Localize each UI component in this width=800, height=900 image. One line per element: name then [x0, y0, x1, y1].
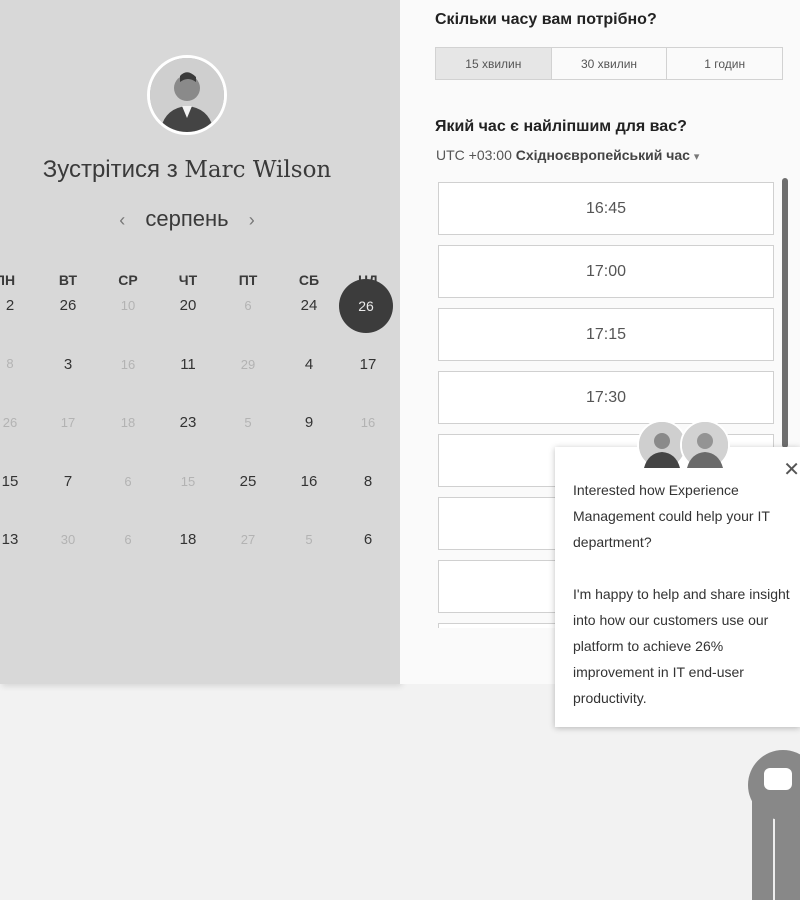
calendar-day[interactable]: 17	[343, 356, 393, 373]
calendar-day[interactable]: 2	[0, 297, 35, 314]
day-header-sat: СБ	[298, 272, 320, 288]
slot-scrollbar[interactable]	[782, 178, 788, 448]
calendar-day-disabled: 10	[120, 298, 136, 313]
day-header-fri: ПТ	[238, 272, 258, 288]
calendar-day-disabled: 6	[244, 298, 252, 313]
host-name: Marc Wilson	[184, 157, 332, 183]
chat-bubble-icon	[764, 768, 792, 790]
person-avatar-icon	[682, 422, 728, 468]
title-prefix: Зустрітися з	[42, 156, 178, 183]
day-header-wed: СР	[118, 272, 138, 288]
calendar-day-disabled: 16	[360, 415, 376, 430]
duration-60-button[interactable]: 1 годин	[667, 48, 782, 79]
calendar-day[interactable]: 25	[223, 473, 273, 490]
prev-month-icon[interactable]: ‹	[119, 210, 125, 231]
chat-popup: ✕ Interested how Experience Management c…	[555, 447, 800, 727]
calendar-day[interactable]: 15	[0, 473, 35, 490]
calendar-day[interactable]: 3	[43, 356, 93, 373]
chevron-down-icon: ▾	[693, 151, 700, 163]
calendar-day-disabled: 6	[124, 532, 132, 547]
time-heading: Який час є найліпшим для вас?	[435, 118, 687, 135]
person-avatar-icon	[639, 422, 685, 468]
calendar-day[interactable]: 20	[163, 297, 213, 314]
time-slot-button[interactable]: 17:30	[438, 371, 774, 424]
calendar-day-disabled: 6	[124, 474, 132, 489]
calendar-day[interactable]: 24	[284, 297, 334, 314]
calendar-day[interactable]: 4	[284, 356, 334, 373]
calendar-day[interactable]: 13	[0, 531, 35, 548]
month-navigation: ‹ серпень ›	[0, 206, 374, 232]
calendar-day[interactable]: 7	[43, 473, 93, 490]
agent-avatar	[680, 420, 730, 470]
calendar-day-disabled: 8	[6, 356, 14, 371]
calendar-day-selected[interactable]: 26	[339, 279, 393, 333]
time-slot-button[interactable]: 16:45	[438, 182, 774, 235]
calendar-day[interactable]: 11	[163, 356, 213, 373]
calendar-day[interactable]: 18	[163, 531, 213, 548]
next-month-icon[interactable]: ›	[249, 210, 255, 231]
popup-message-body: I'm happy to help and share insight into…	[573, 586, 790, 706]
timezone-offset: UTC +03:00	[436, 147, 512, 163]
calendar-day[interactable]: 8	[343, 473, 393, 490]
calendar-day-disabled: 15	[180, 474, 196, 489]
calendar-day-disabled: 27	[240, 532, 256, 547]
time-slot-button[interactable]: 17:15	[438, 308, 774, 361]
day-header-thu: ЧТ	[178, 272, 198, 288]
calendar-day-disabled: 16	[120, 357, 136, 372]
timezone-selector[interactable]: UTC +03:00 Східноєвропейський час ▾	[436, 147, 699, 163]
day-header-mon: ПН	[0, 272, 16, 288]
day-header-tue: ВТ	[58, 272, 78, 288]
calendar-day-disabled: 5	[305, 532, 313, 547]
month-label: серпень	[145, 206, 229, 231]
calendar-day-disabled: 30	[60, 532, 76, 547]
calendar-day[interactable]: 23	[163, 414, 213, 431]
host-avatar	[147, 55, 227, 135]
calendar-day-disabled: 5	[244, 415, 252, 430]
duration-selector: 15 хвилин 30 хвилин 1 годин	[435, 47, 783, 80]
person-avatar-icon	[150, 58, 224, 132]
popup-message-intro: Interested how Experience Management cou…	[573, 482, 770, 550]
calendar-day[interactable]: 9	[284, 414, 334, 431]
timezone-name: Східноєвропейський час	[515, 147, 690, 163]
duration-15-button[interactable]: 15 хвилин	[436, 48, 552, 79]
duration-heading: Скільки часу вам потрібно?	[435, 11, 657, 28]
calendar-day[interactable]: 26	[43, 297, 93, 314]
calendar-day[interactable]: 6	[343, 531, 393, 548]
time-slot-button[interactable]: 17:00	[438, 245, 774, 298]
calendar-day-disabled: 18	[120, 415, 136, 430]
duration-30-button[interactable]: 30 хвилин	[552, 48, 668, 79]
close-icon[interactable]: ✕	[783, 457, 800, 483]
page-title: Зустрітися з Marc Wilson	[0, 156, 374, 184]
calendar-day-disabled: 17	[60, 415, 76, 430]
calendar-day[interactable]: 16	[284, 473, 334, 490]
calendar-day-disabled: 29	[240, 357, 256, 372]
calendar-day-disabled: 26	[2, 415, 18, 430]
